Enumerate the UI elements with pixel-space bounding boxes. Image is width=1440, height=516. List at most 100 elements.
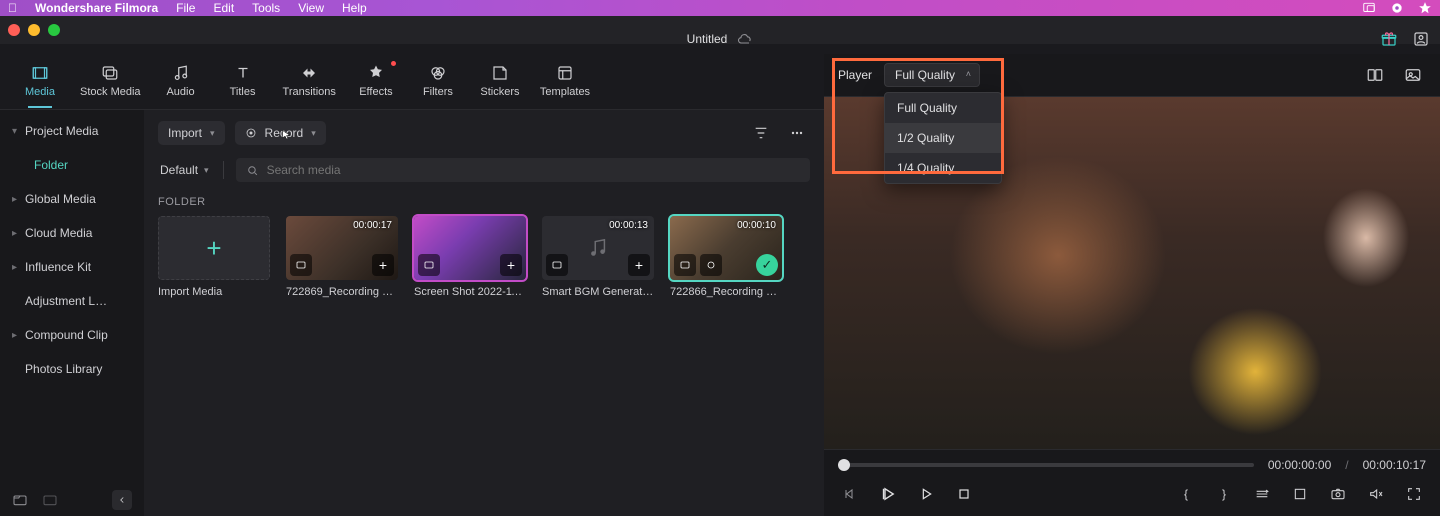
quality-option-half[interactable]: 1/2 Quality xyxy=(885,123,1001,153)
search-input[interactable] xyxy=(267,163,800,177)
menu-view[interactable]: View xyxy=(298,1,324,15)
search-input-wrap[interactable] xyxy=(236,158,810,182)
menu-edit[interactable]: Edit xyxy=(213,1,234,15)
chevron-right-icon: ▸ xyxy=(12,228,17,239)
compare-view-icon[interactable] xyxy=(1362,62,1388,88)
window-chrome xyxy=(0,16,1440,44)
preview-icon[interactable] xyxy=(290,254,312,276)
menu-extra-2-icon[interactable] xyxy=(1390,1,1404,15)
effects-icon xyxy=(366,63,386,83)
quality-option-full[interactable]: Full Quality xyxy=(885,93,1001,123)
tab-label: Media xyxy=(25,86,55,98)
player-label: Player xyxy=(838,68,872,82)
add-to-timeline-icon[interactable]: + xyxy=(628,254,650,276)
preview-icon[interactable] xyxy=(418,254,440,276)
mark-in-button[interactable]: { xyxy=(1174,482,1198,506)
quality-dropdown-menu: Full Quality 1/2 Quality 1/4 Quality xyxy=(884,92,1002,184)
menu-file[interactable]: File xyxy=(176,1,195,15)
traffic-light-zoom[interactable] xyxy=(48,24,60,36)
sidebar-item-project-media[interactable]: ▾ Project Media xyxy=(0,114,144,148)
app-name[interactable]: Wondershare Filmora xyxy=(35,1,158,15)
play-button[interactable] xyxy=(914,482,938,506)
scrub-track[interactable] xyxy=(838,463,1254,467)
import-button[interactable]: Import ▾ xyxy=(158,121,225,145)
caret-down-icon: ▾ xyxy=(204,165,209,176)
play-pause-button[interactable] xyxy=(876,482,900,506)
sidebar-child-folder[interactable]: Folder xyxy=(0,148,144,182)
quality-option-quarter[interactable]: 1/4 Quality xyxy=(885,153,1001,183)
sidebar-item-label: Adjustment L… xyxy=(25,294,107,308)
adjust-icon[interactable] xyxy=(700,254,722,276)
tab-filters[interactable]: Filters xyxy=(416,63,460,100)
collapse-sidebar-button[interactable] xyxy=(112,490,132,510)
fullscreen-button[interactable] xyxy=(1402,482,1426,506)
tab-titles[interactable]: Titles xyxy=(221,63,265,100)
filter-icon[interactable] xyxy=(748,120,774,146)
media-clip[interactable]: + Screen Shot 2022-11… xyxy=(414,216,526,298)
tab-label: Stickers xyxy=(480,86,519,98)
preview-icon[interactable] xyxy=(674,254,696,276)
scrub-handle[interactable] xyxy=(838,459,850,471)
templates-icon xyxy=(555,63,575,83)
sidebar-item-adjustment-layer[interactable]: ▸ Adjustment L… xyxy=(0,284,144,318)
tab-label: Templates xyxy=(540,86,590,98)
sidebar-item-label: Photos Library xyxy=(25,362,102,376)
tab-label: Stock Media xyxy=(80,86,141,98)
sidebar-item-compound-clip[interactable]: ▸ Compound Clip xyxy=(0,318,144,352)
transitions-icon xyxy=(299,63,319,83)
snapshot-button[interactable] xyxy=(1326,482,1350,506)
tab-stock-media[interactable]: Stock Media xyxy=(80,63,141,100)
music-note-icon xyxy=(587,237,609,259)
import-label: Import xyxy=(168,126,202,140)
add-to-timeline-icon[interactable]: + xyxy=(372,254,394,276)
tab-media[interactable]: Media xyxy=(18,63,62,100)
tab-templates[interactable]: Templates xyxy=(540,63,590,100)
add-to-timeline-icon[interactable]: + xyxy=(500,254,522,276)
picture-icon[interactable] xyxy=(1400,62,1426,88)
scrub-bar[interactable]: 00:00:00:00 / 00:00:10:17 xyxy=(838,458,1426,472)
stop-button[interactable] xyxy=(952,482,976,506)
tab-stickers[interactable]: Stickers xyxy=(478,63,522,100)
player-header: Player Full Quality ˄ xyxy=(824,54,1440,97)
zoom-select-icon[interactable] xyxy=(1250,482,1274,506)
import-media-tile[interactable]: + Import Media xyxy=(158,216,270,298)
menu-tools[interactable]: Tools xyxy=(252,1,280,15)
plus-icon: + xyxy=(158,216,270,280)
traffic-light-minimize[interactable] xyxy=(28,24,40,36)
new-folder-icon[interactable] xyxy=(12,492,28,508)
new-bin-icon[interactable] xyxy=(42,492,58,508)
sidebar-item-photos-library[interactable]: ▸ Photos Library xyxy=(0,352,144,386)
stock-media-icon xyxy=(100,63,120,83)
media-clip[interactable]: 00:00:13 + Smart BGM Generati… xyxy=(542,216,654,298)
traffic-light-close[interactable] xyxy=(8,24,20,36)
effects-badge-dot xyxy=(391,61,396,66)
sidebar-item-label: Project Media xyxy=(25,124,98,138)
sidebar-item-influence-kit[interactable]: ▸ Influence Kit xyxy=(0,250,144,284)
tab-label: Titles xyxy=(230,86,256,98)
sort-dropdown[interactable]: Default ▾ xyxy=(158,159,211,181)
clip-name: Import Media xyxy=(158,286,270,298)
divider xyxy=(223,161,224,179)
more-icon[interactable] xyxy=(784,120,810,146)
quality-select[interactable]: Full Quality ˄ xyxy=(884,63,980,87)
media-clip[interactable]: 00:00:17 + 722869_Recording P… xyxy=(286,216,398,298)
crop-icon[interactable] xyxy=(1288,482,1312,506)
preview-icon[interactable] xyxy=(546,254,568,276)
tab-audio[interactable]: Audio xyxy=(159,63,203,100)
chevron-right-icon: ▸ xyxy=(12,194,17,205)
menu-extra-1-icon[interactable] xyxy=(1362,1,1376,15)
time-separator: / xyxy=(1345,458,1348,472)
tab-effects[interactable]: Effects xyxy=(354,63,398,100)
mute-button[interactable] xyxy=(1364,482,1388,506)
mark-out-button[interactable]: } xyxy=(1212,482,1236,506)
media-grid: + Import Media 00:00:17 + 722869_Recordi… xyxy=(144,216,824,312)
media-clip-selected[interactable]: 00:00:10 ✓ 722866_Recording P… xyxy=(670,216,782,298)
menu-help[interactable]: Help xyxy=(342,1,367,15)
apple-menu-icon[interactable]:  xyxy=(8,1,17,15)
menu-extra-3-icon[interactable] xyxy=(1418,1,1432,15)
tab-transitions[interactable]: Transitions xyxy=(283,63,336,100)
sidebar-item-global-media[interactable]: ▸ Global Media xyxy=(0,182,144,216)
sidebar-item-cloud-media[interactable]: ▸ Cloud Media xyxy=(0,216,144,250)
prev-frame-button[interactable] xyxy=(838,482,862,506)
record-icon xyxy=(245,127,257,139)
